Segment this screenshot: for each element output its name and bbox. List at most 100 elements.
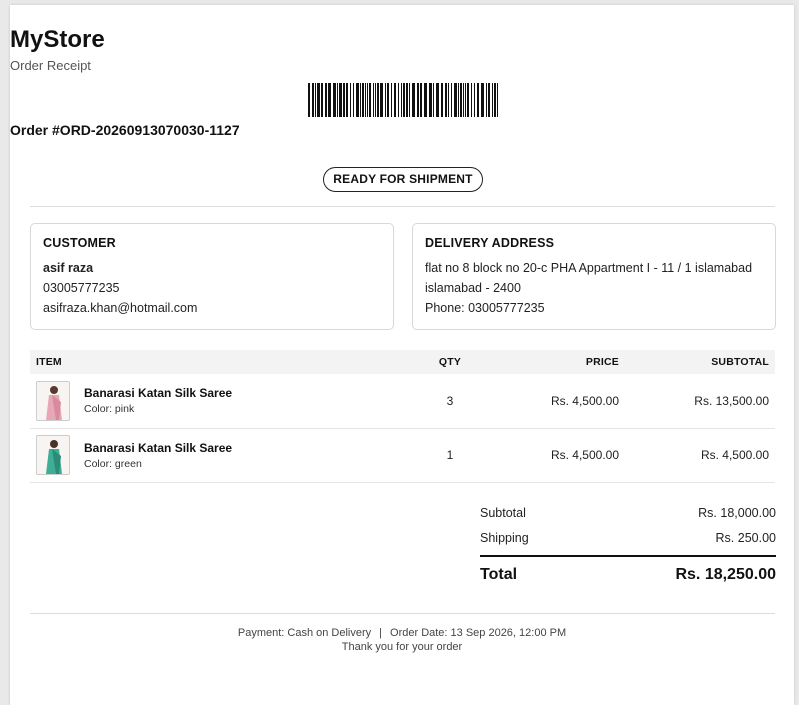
- delivery-title: DELIVERY ADDRESS: [425, 236, 555, 250]
- barcode-bar: [409, 83, 410, 117]
- barcode-bar: [460, 83, 462, 117]
- barcode-bar: [315, 83, 316, 117]
- item-qty: 3: [405, 374, 495, 429]
- barcode-bar: [369, 83, 371, 117]
- saree-figure-icon: [46, 440, 62, 474]
- barcode-bar: [328, 83, 331, 117]
- status-badge: READY FOR SHIPMENT: [323, 167, 483, 192]
- shipping-value: Rs. 250.00: [715, 531, 776, 545]
- barcode-bar: [387, 83, 389, 117]
- totals-section: Subtotal Rs. 18,000.00 Shipping Rs. 250.…: [480, 501, 776, 591]
- delivery-phone: Phone: 03005777235: [425, 301, 545, 315]
- barcode-bar: [394, 83, 396, 117]
- barcode-bar: [385, 83, 386, 117]
- item-subtotal: Rs. 4,500.00: [625, 428, 775, 483]
- barcode-bar: [488, 83, 490, 117]
- header-divider: [30, 206, 775, 207]
- subtotal-row: Subtotal Rs. 18,000.00: [480, 501, 776, 526]
- barcode-bar: [458, 83, 459, 117]
- barcode-bar: [471, 83, 472, 117]
- barcode-bar: [492, 83, 493, 117]
- barcode-bar: [417, 83, 419, 117]
- barcode-bar: [346, 83, 348, 117]
- barcode-bar: [321, 83, 323, 117]
- item-name: Banarasi Katan Silk Saree: [84, 386, 233, 401]
- total-row: Total Rs. 18,250.00: [480, 555, 776, 591]
- barcode-bar: [445, 83, 447, 117]
- receipt-page: MyStore Order Receipt Order #ORD-2026091…: [10, 5, 794, 705]
- barcode-bar: [406, 83, 408, 117]
- barcode-bar: [353, 83, 354, 117]
- delivery-address-card: DELIVERY ADDRESS flat no 8 block no 20-c…: [412, 223, 776, 330]
- footer-info: Payment: Cash on Delivery | Order Date: 13…: [10, 627, 794, 639]
- customer-card: CUSTOMER asif raza 03005777235 asifraza.…: [30, 223, 394, 330]
- barcode-bar: [367, 83, 368, 117]
- footer-separator: |: [379, 627, 383, 639]
- barcode-bar: [308, 83, 310, 117]
- barcode-bar: [350, 83, 351, 117]
- store-name: MyStore: [10, 26, 105, 53]
- barcode-bar: [474, 83, 475, 117]
- barcode-bar: [356, 83, 359, 117]
- subtotal-value: Rs. 18,000.00: [698, 506, 776, 520]
- barcode-bar: [481, 83, 484, 117]
- barcode-bar: [337, 83, 338, 117]
- barcode-bar: [333, 83, 336, 117]
- item-name: Banarasi Katan Silk Saree: [84, 440, 233, 455]
- barcode-bar: [424, 83, 427, 117]
- item-subtotal: Rs. 13,500.00: [625, 374, 775, 429]
- barcode-image: [308, 83, 498, 117]
- shipping-row: Shipping Rs. 250.00: [480, 526, 776, 551]
- barcode-bar: [441, 83, 443, 117]
- barcode-bar: [325, 83, 327, 117]
- item-price: Rs. 4,500.00: [495, 374, 625, 429]
- barcode-bar: [433, 83, 434, 117]
- barcode-bar: [429, 83, 432, 117]
- product-thumbnail: [36, 380, 70, 421]
- barcode-bar: [391, 83, 392, 117]
- barcode-bar: [380, 83, 383, 117]
- table-row: Banarasi Katan Silk Saree Color: pink 3 …: [30, 374, 775, 429]
- header-qty: QTY: [405, 350, 495, 374]
- receipt-subtitle: Order Receipt: [10, 58, 91, 73]
- product-thumbnail: [36, 435, 70, 475]
- barcode-bar: [486, 83, 487, 117]
- barcode-bar: [362, 83, 364, 117]
- barcode-bar: [360, 83, 361, 117]
- barcode-bar: [365, 83, 366, 117]
- item-color: Color: green: [84, 457, 142, 470]
- items-table-header: ITEM QTY PRICE SUBTOTAL: [30, 350, 775, 374]
- total-label: Total: [480, 566, 518, 583]
- barcode-bar: [465, 83, 466, 117]
- header-price: PRICE: [495, 350, 625, 374]
- customer-email: asifraza.khan@hotmail.com: [43, 301, 198, 315]
- table-row: Banarasi Katan Silk Saree Color: green 1…: [30, 428, 775, 483]
- order-date: Order Date: 13 Sep 2026, 12:00 PM: [390, 627, 567, 639]
- items-table: ITEM QTY PRICE SUBTOTAL Banarasi Katan S…: [30, 350, 775, 483]
- thank-you-note: Thank you for your order: [341, 641, 463, 653]
- barcode-bar: [375, 83, 376, 117]
- barcode-bar: [317, 83, 320, 117]
- barcode-bar: [451, 83, 452, 117]
- barcode-bar: [494, 83, 496, 117]
- customer-phone: 03005777235: [43, 281, 120, 295]
- customer-title: CUSTOMER: [43, 236, 116, 250]
- header-item: ITEM: [30, 350, 405, 374]
- item-qty: 1: [405, 428, 495, 483]
- barcode-bar: [420, 83, 422, 117]
- barcode-bar: [497, 83, 498, 117]
- subtotal-label: Subtotal: [480, 506, 526, 520]
- item-color: Color: pink: [84, 403, 135, 416]
- barcode-bar: [403, 83, 405, 117]
- barcode-bar: [343, 83, 345, 117]
- barcode-bar: [463, 83, 464, 117]
- barcode-bar: [454, 83, 457, 117]
- barcode-bar: [436, 83, 439, 117]
- footer-divider: [30, 613, 775, 614]
- delivery-address-line1: flat no 8 block no 20-c PHA Appartment I…: [425, 261, 753, 275]
- barcode-bar: [467, 83, 469, 117]
- barcode-bar: [339, 83, 342, 117]
- barcode-bar: [398, 83, 399, 117]
- item-price: Rs. 4,500.00: [495, 428, 625, 483]
- total-value: Rs. 18,250.00: [675, 566, 776, 583]
